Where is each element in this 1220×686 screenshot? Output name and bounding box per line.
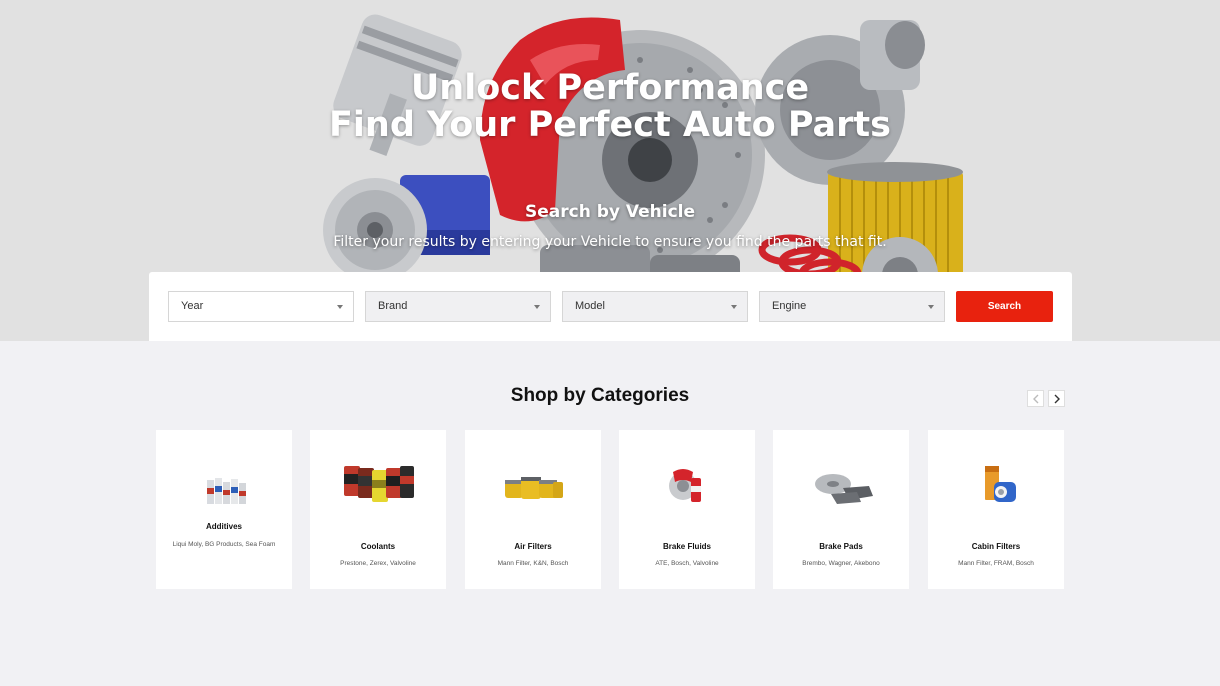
category-brands: Brembo, Wagner, Akebono: [802, 560, 880, 567]
category-name: Cabin Filters: [971, 542, 1021, 551]
category-name: Brake Pads: [819, 542, 863, 551]
category-card-brake-pads[interactable]: Brake Pads Brembo, Wagner, Akebono: [773, 430, 909, 589]
category-brands: ATE, Bosch, Valvoline: [655, 560, 719, 567]
hero-description: Filter your results by entering your Veh…: [333, 234, 887, 250]
year-select-label: Year: [181, 300, 204, 312]
coolant-jugs-image: [344, 466, 414, 502]
categories-prev-button[interactable]: [1027, 390, 1044, 407]
chevron-right-icon: [1054, 394, 1060, 404]
air-filters-image: [505, 477, 563, 499]
category-brands: Prestone, Zerex, Valvoline: [340, 560, 416, 567]
brand-select-label: Brand: [378, 300, 408, 312]
vehicle-search-panel: Year Brand Model Engine Search: [149, 272, 1072, 341]
category-card-additives[interactable]: Additives Liqui Moly, BG Products, Sea F…: [156, 430, 292, 589]
category-name: Additives: [205, 522, 242, 531]
engine-select-label: Engine: [772, 300, 807, 312]
category-brands: Liqui Moly, BG Products, Sea Foam: [172, 541, 276, 548]
hero-title-line-2: Find Your Perfect Auto Parts: [329, 105, 891, 145]
brake-pads-image: [815, 474, 873, 504]
model-select-label: Model: [575, 300, 605, 312]
category-card-coolants[interactable]: Coolants Prestone, Zerex, Valvoline: [310, 430, 446, 589]
categories-heading: Shop by Categories: [510, 385, 690, 406]
hero-title-line-1: Unlock Performance: [410, 68, 810, 108]
category-name: Air Filters: [514, 542, 552, 551]
chevron-down-icon: [928, 305, 934, 309]
category-brands: Mann Filter, K&N, Bosch: [497, 560, 569, 567]
model-select[interactable]: Model: [562, 291, 748, 322]
chevron-down-icon: [337, 305, 343, 309]
category-name: Coolants: [360, 542, 396, 551]
additive-bottles-image: [207, 478, 246, 504]
chevron-down-icon: [731, 305, 737, 309]
cabin-filter-image: [985, 466, 1016, 502]
brand-select[interactable]: Brand: [365, 291, 551, 322]
search-button[interactable]: Search: [956, 291, 1053, 322]
category-brands: Mann Filter, FRAM, Bosch: [958, 560, 1034, 567]
year-select[interactable]: Year: [168, 291, 354, 322]
hero-title: Unlock Performance Find Your Perfect Aut…: [0, 70, 1220, 144]
engine-select[interactable]: Engine: [759, 291, 945, 322]
brake-fluid-image: [669, 469, 701, 502]
chevron-down-icon: [534, 305, 540, 309]
category-card-air-filters[interactable]: Air Filters Mann Filter, K&N, Bosch: [465, 430, 601, 589]
categories-next-button[interactable]: [1048, 390, 1065, 407]
category-card-brake-fluids[interactable]: Brake Fluids ATE, Bosch, Valvoline: [619, 430, 755, 589]
hero-subtitle: Search by Vehicle: [524, 202, 696, 222]
category-card-cabin-filters[interactable]: Cabin Filters Mann Filter, FRAM, Bosch: [928, 430, 1064, 589]
category-name: Brake Fluids: [662, 542, 711, 551]
chevron-left-icon: [1033, 394, 1039, 404]
